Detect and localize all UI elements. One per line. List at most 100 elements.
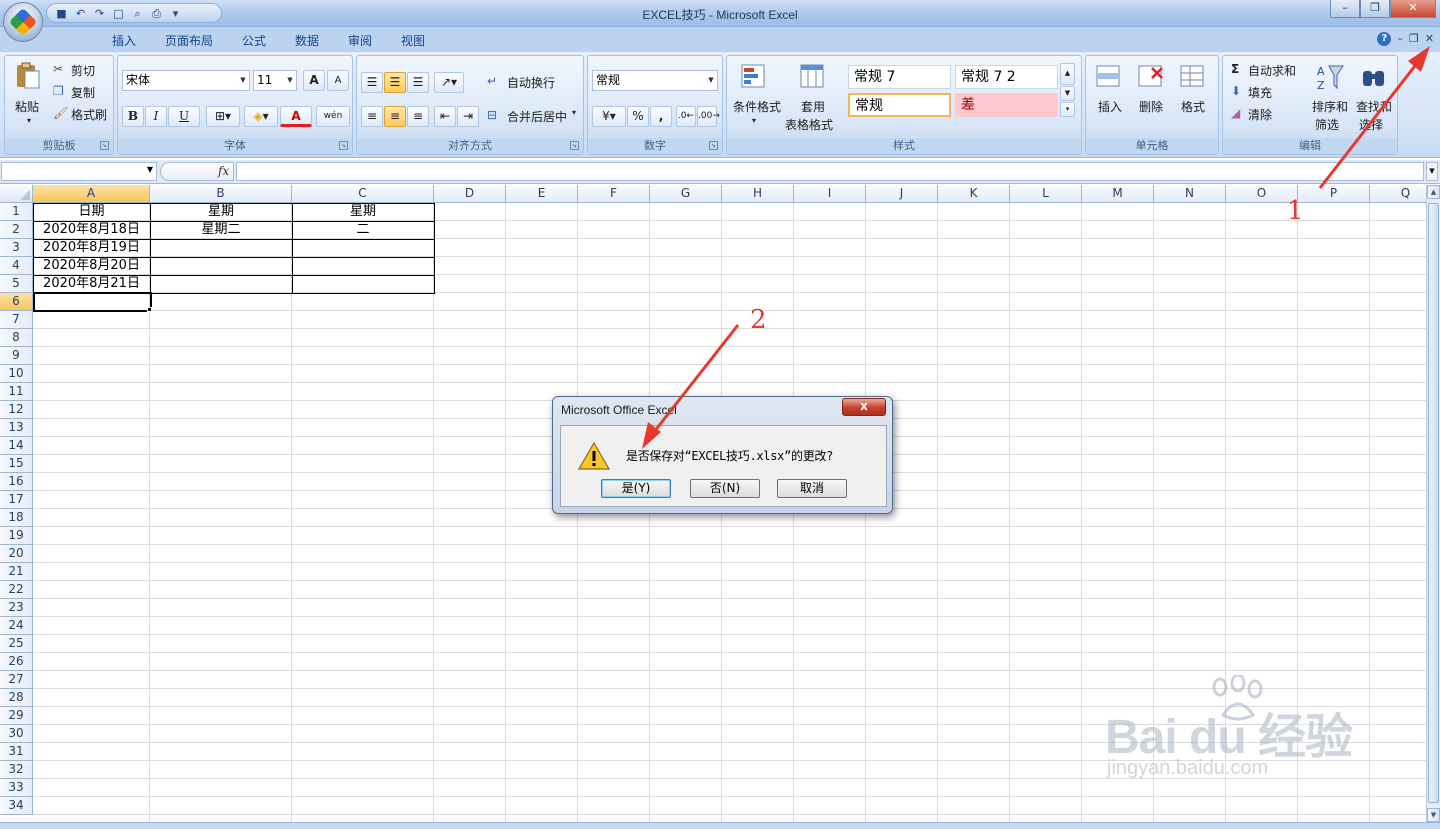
font-color-button[interactable]: A <box>280 106 312 127</box>
sort-filter-label-2[interactable]: 筛选 <box>1315 116 1339 133</box>
column-header-k[interactable]: K <box>938 185 1010 203</box>
format-button[interactable]: 格式 <box>1181 98 1205 115</box>
row-header-23[interactable]: 23 <box>0 599 33 617</box>
merge-center-button[interactable]: 合并后居中 <box>507 108 567 125</box>
row-header-19[interactable]: 19 <box>0 527 33 545</box>
row-header-16[interactable]: 16 <box>0 473 33 491</box>
clear-button[interactable]: 清除 <box>1248 106 1272 123</box>
row-header-26[interactable]: 26 <box>0 653 33 671</box>
column-header-e[interactable]: E <box>506 185 578 203</box>
align-middle-button[interactable]: ☰ <box>384 72 406 93</box>
select-all-button[interactable] <box>0 185 33 203</box>
cell-b5[interactable] <box>150 275 292 293</box>
ribbon-minimize-button[interactable]: – <box>1397 32 1403 46</box>
cell-c2[interactable]: 二 <box>292 221 434 239</box>
tab-data[interactable]: 数据 <box>287 30 327 52</box>
cell-c4[interactable] <box>292 257 434 275</box>
row-header-3[interactable]: 3 <box>0 239 33 257</box>
shrink-font-button[interactable]: A <box>327 70 349 91</box>
ribbon-restore-button[interactable]: ❐ <box>1409 32 1419 46</box>
no-button[interactable]: 否(N) <box>690 479 760 498</box>
row-header-34[interactable]: 34 <box>0 797 33 815</box>
row-header-33[interactable]: 33 <box>0 779 33 797</box>
italic-button[interactable]: I <box>145 106 167 127</box>
cell-a4[interactable]: 2020年8月20日 <box>33 257 150 275</box>
column-header-q[interactable]: Q <box>1370 185 1426 203</box>
cell-a3[interactable]: 2020年8月19日 <box>33 239 150 257</box>
find-select-label-2[interactable]: 选择 <box>1359 116 1383 133</box>
yes-button[interactable]: 是(Y) <box>601 479 671 498</box>
find-select-label-1[interactable]: 查找和 <box>1356 98 1392 115</box>
fill-button[interactable]: 填充 <box>1248 84 1272 101</box>
cell-b4[interactable] <box>150 257 292 275</box>
column-header-a[interactable]: A <box>33 185 150 203</box>
row-header-6[interactable]: 6 <box>0 293 33 311</box>
cell-a1[interactable]: 日期 <box>33 203 150 221</box>
column-header-l[interactable]: L <box>1010 185 1082 203</box>
row-header-14[interactable]: 14 <box>0 437 33 455</box>
align-top-button[interactable]: ☰ <box>361 72 383 93</box>
styles-scroll-down-button[interactable]: ▼ <box>1060 86 1075 101</box>
grow-font-button[interactable]: A <box>303 70 325 91</box>
column-header-n[interactable]: N <box>1154 185 1226 203</box>
cancel-button[interactable]: 取消 <box>777 479 847 498</box>
cell-style-normal-7-2[interactable]: 常规 7 2 <box>955 65 1058 89</box>
fill-color-button[interactable]: ◈▾ <box>244 106 278 127</box>
row-header-9[interactable]: 9 <box>0 347 33 365</box>
column-header-b[interactable]: B <box>150 185 292 203</box>
comma-button[interactable]: , <box>650 106 672 127</box>
autosum-button[interactable]: 自动求和 <box>1248 62 1296 79</box>
column-header-g[interactable]: G <box>650 185 722 203</box>
formula-input[interactable] <box>236 162 1424 181</box>
tab-page-layout[interactable]: 页面布局 <box>158 30 220 52</box>
column-header-i[interactable]: I <box>794 185 866 203</box>
row-header-13[interactable]: 13 <box>0 419 33 437</box>
clipboard-launcher-icon[interactable]: ↘ <box>100 141 109 150</box>
name-box[interactable]: ▼ <box>1 162 157 181</box>
row-header-21[interactable]: 21 <box>0 563 33 581</box>
currency-button[interactable]: ¥▾ <box>592 106 626 127</box>
orientation-button[interactable]: ↗▾ <box>434 72 464 93</box>
cell-a5[interactable]: 2020年8月21日 <box>33 275 150 293</box>
cell-c5[interactable] <box>292 275 434 293</box>
maximize-button[interactable]: ❐ <box>1360 0 1390 18</box>
decrease-decimal-button[interactable]: .00→ <box>697 106 720 127</box>
scroll-up-icon[interactable]: ▲ <box>1427 185 1440 199</box>
row-header-8[interactable]: 8 <box>0 329 33 347</box>
underline-button[interactable]: U <box>168 106 200 127</box>
format-as-table-label-2[interactable]: 表格格式 <box>785 116 833 133</box>
row-header-2[interactable]: 2 <box>0 221 33 239</box>
align-center-button[interactable]: ≡ <box>384 106 406 127</box>
column-header-p[interactable]: P <box>1298 185 1370 203</box>
cell-style-normal[interactable]: 常规 <box>848 93 951 117</box>
minimize-button[interactable]: – <box>1330 0 1360 18</box>
row-header-30[interactable]: 30 <box>0 725 33 743</box>
conditional-format-dropdown-icon[interactable]: ▾ <box>752 116 756 125</box>
percent-button[interactable]: % <box>627 106 649 127</box>
row-header-32[interactable]: 32 <box>0 761 33 779</box>
workbook-close-button[interactable]: ✕ <box>1425 32 1434 46</box>
increase-indent-button[interactable]: ⇥ <box>457 106 479 127</box>
cell-b2[interactable]: 星期二 <box>150 221 292 239</box>
column-header-j[interactable]: J <box>866 185 938 203</box>
cell-b3[interactable] <box>150 239 292 257</box>
cell-a2[interactable]: 2020年8月18日 <box>33 221 150 239</box>
tab-insert[interactable]: 插入 <box>103 30 145 52</box>
row-header-24[interactable]: 24 <box>0 617 33 635</box>
paste-icon[interactable] <box>13 60 43 90</box>
close-button[interactable]: ✕ <box>1390 0 1436 18</box>
cell-style-normal-7[interactable]: 常规 7 <box>848 65 951 89</box>
format-painter-button[interactable]: 格式刷 <box>71 106 107 123</box>
row-header-5[interactable]: 5 <box>0 275 33 293</box>
row-header-27[interactable]: 27 <box>0 671 33 689</box>
align-right-button[interactable]: ≡ <box>407 106 429 127</box>
phonetic-button[interactable]: wén <box>316 106 350 127</box>
row-header-31[interactable]: 31 <box>0 743 33 761</box>
office-button[interactable] <box>3 2 43 42</box>
row-header-11[interactable]: 11 <box>0 383 33 401</box>
merge-dropdown-icon[interactable]: ▾ <box>572 108 576 117</box>
row-header-4[interactable]: 4 <box>0 257 33 275</box>
scroll-thumb[interactable] <box>1428 203 1439 803</box>
tab-review[interactable]: 审阅 <box>340 30 380 52</box>
paste-button[interactable]: 粘贴 <box>15 98 39 115</box>
